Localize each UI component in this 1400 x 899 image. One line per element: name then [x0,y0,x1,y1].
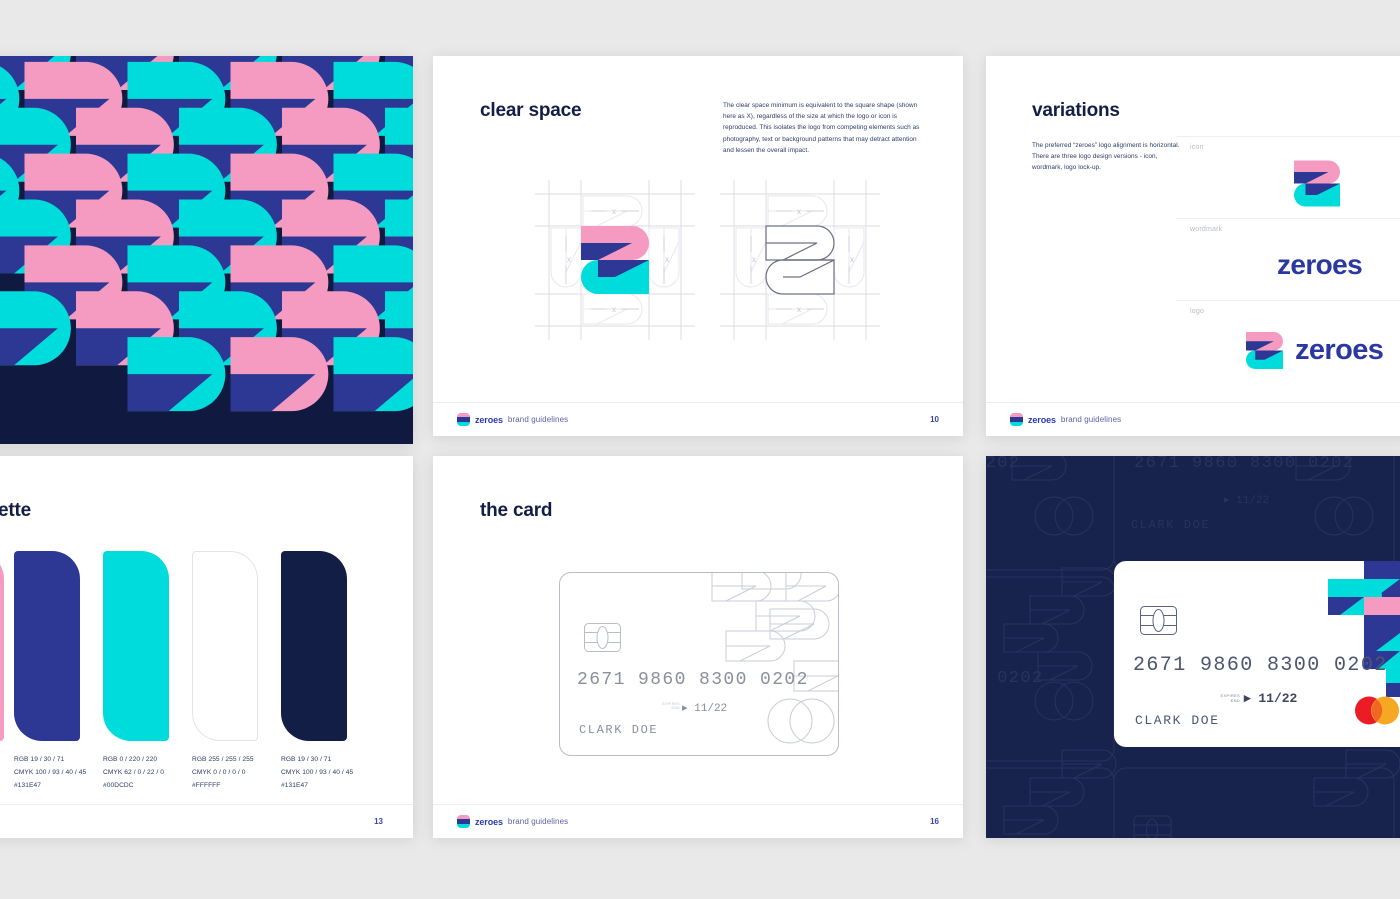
footer-logo: zeroes brand guidelines [457,815,568,828]
variations-description: The preferred “zeroes” logo alignment is… [1032,142,1180,172]
page-number: 10 [930,415,939,424]
svg-text:x: x [665,255,669,264]
svg-text:x: x [612,305,616,314]
card-chip-icon [584,623,621,652]
swatch-cmyk: CMYK 100 / 93 / 40 / 45 [281,768,354,776]
z-logo-icon [457,815,470,828]
footer-subtitle: brand guidelines [507,415,569,424]
variation-label-icon: icon [1190,144,1204,151]
ghost-card-holder: CLARK DOE [1131,518,1210,532]
swatch-hex: #131E47 [281,781,308,789]
ghost-card-number-topleft: 0202 [986,456,1020,473]
expires-arrow-icon: ▸ [1244,691,1251,706]
footer-brand-name: zeroes [475,414,503,425]
card-number: 2671 9860 8300 0202 [1133,654,1388,677]
footer-logo: zeroes brand guidelines [457,413,568,426]
credit-card-outline[interactable]: 2671 9860 8300 0202 EXPIRES END ▸ 11/22 … [559,572,839,756]
footer-brand-name: zeroes [1028,414,1056,425]
color-swatch-indigo[interactable] [14,551,80,741]
clear-space-diagram-color: x x x x [535,180,695,340]
color-meta-navy: RGB 19 / 30 / 71 CMYK 100 / 93 / 40 / 45… [281,754,391,793]
expires-line2: END [1230,698,1240,703]
slide-pattern[interactable] [0,56,413,444]
swatch-rgb: RGB 19 / 30 / 71 [281,756,332,763]
color-swatch-white[interactable] [192,551,258,741]
card-expiry: ▸ 11/22 [1244,691,1297,706]
logo-wordmark-variant: zeroes [1277,249,1363,280]
slide-the-card[interactable]: the card 2671 9860 8300 0202 EXPIRES END… [433,456,963,838]
variation-label-logo: logo [1190,308,1205,315]
footer-brand-name: zeroes [475,816,503,827]
page-title: clear space [480,100,582,121]
slide-color-palette[interactable]: ette RGB 19 / 30 / 71 CMYK 100 / 93 / 40… [0,456,413,838]
card-chip-icon [1140,606,1177,635]
expires-value: 11/22 [694,703,728,715]
logo-icon-variant [1294,157,1340,215]
slide-card-mockup[interactable]: 2671 9860 8300 0202 0202 0 0202 ▸ 11/22 … [986,456,1400,838]
slide-footer: zeroes brand guidelines [986,402,1400,436]
color-swatch-navy[interactable] [281,551,347,741]
card-expiry: ▸ 11/22 [682,701,727,715]
page-title: variations [1032,100,1120,121]
svg-text:x: x [850,255,854,264]
brand-guidelines-board: clear space The clear space minimum is e… [0,0,1400,899]
lockup-icon [1246,332,1283,369]
z-pattern-graphic [0,56,413,444]
slide-variations[interactable]: variations The preferred “zeroes” logo a… [986,56,1400,436]
card-z-pattern-outline [711,573,838,744]
z-logo-icon [1010,413,1023,426]
clear-space-description: The clear space minimum is equivalent to… [723,102,920,154]
page-title: ette [0,500,31,521]
variation-row-icon: icon [1176,136,1400,218]
variation-row-logo: logo zeroes [1176,300,1400,392]
svg-text:x: x [752,255,756,264]
card-number: 2671 9860 8300 0202 [577,670,809,690]
clear-space-diagram-outline: x x x x [720,180,880,340]
card-expires-label: EXPIRES END [1210,693,1240,703]
card-holder-name: CLARK DOE [1135,713,1220,728]
page-number: 13 [374,817,383,826]
ghost-card-expiry: ▸ 11/22 [1224,495,1269,507]
svg-text:x: x [797,207,801,216]
slide-footer: zeroes brand guidelines 10 [433,402,963,436]
ghost-card-number-left: 0 0202 [986,669,1044,688]
expires-line1: EXPIRES [662,702,680,706]
svg-text:x: x [612,207,616,216]
expires-line2: END [671,706,680,711]
slide-footer: zeroes brand guidelines 16 [433,804,963,838]
page-title: the card [480,500,553,521]
color-swatch-cyan[interactable] [103,551,169,741]
page-number: 16 [930,817,939,826]
footer-subtitle: brand guidelines [507,817,569,826]
variation-label-wordmark: wordmark [1190,226,1223,233]
variation-row-wordmark: wordmark zeroes [1176,218,1400,300]
mastercard-logo-icon [1355,696,1399,725]
ghost-card-number-top: 2671 9860 8300 0202 [1134,456,1354,473]
svg-text:x: x [797,305,801,314]
slide-clear-space[interactable]: clear space The clear space minimum is e… [433,56,963,436]
card-holder-name: CLARK DOE [579,723,659,737]
z-logo-icon [457,413,470,426]
card-expires-label: EXPIRES END [650,702,680,711]
expires-value: 11/22 [1258,691,1298,706]
lockup-wordmark: zeroes [1295,334,1384,366]
logo-lockup-variant: zeroes [1246,329,1384,372]
slide-footer: es 13 [0,804,413,838]
credit-card-front[interactable]: 2671 9860 8300 0202 EXPIRES END ▸ 11/22 … [1114,561,1400,747]
svg-text:x: x [567,255,571,264]
card-z-pattern-color [1328,561,1400,697]
footer-subtitle: brand guidelines [1060,415,1122,424]
color-swatch-pink[interactable] [0,551,4,741]
expires-arrow-icon: ▸ [682,703,688,715]
footer-logo: zeroes brand guidelines [1010,413,1121,426]
